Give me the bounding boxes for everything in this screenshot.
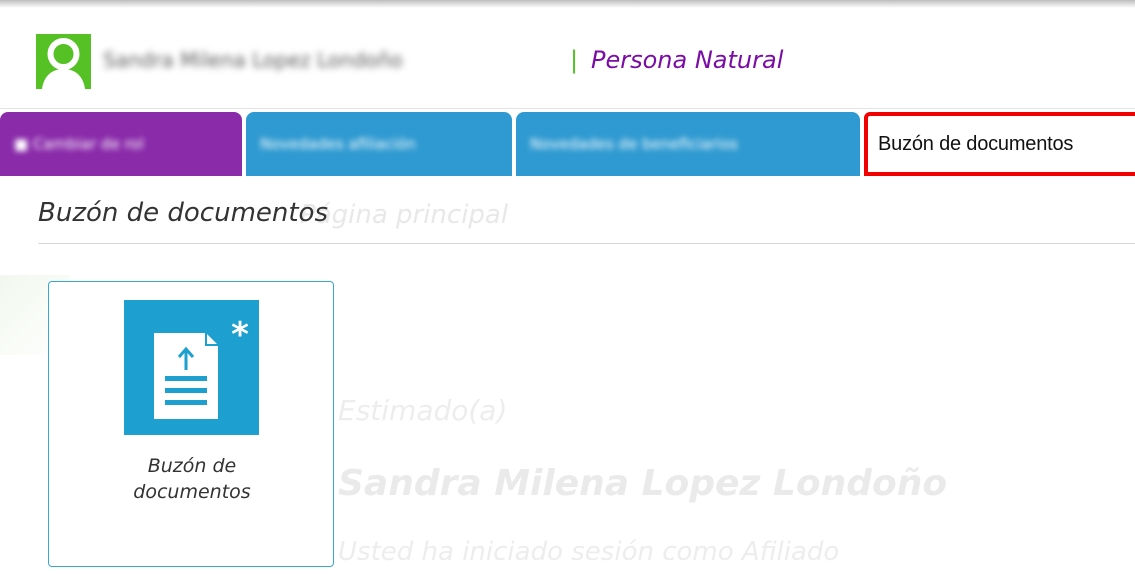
- ghost-breadcrumb: Página principal: [300, 200, 509, 230]
- tab-change-role[interactable]: ■ Cambiar de rol: [0, 112, 242, 176]
- asterisk-badge: *: [231, 315, 249, 355]
- user-name: Sandra Milena Lopez Londoño: [103, 48, 403, 72]
- tab-document-mailbox[interactable]: Buzón de documentos: [864, 112, 1135, 176]
- card-label-line2: documentos: [133, 481, 251, 503]
- document-upload-icon: *: [124, 300, 259, 435]
- card-label: Buzón de documentos: [49, 453, 335, 505]
- top-shadow: [0, 0, 1135, 8]
- welcome-greeting: Estimado(a): [338, 394, 508, 427]
- user-header: Sandra Milena Lopez Londoño | Persona Na…: [0, 8, 1135, 109]
- tab-change-role-label: ■ Cambiar de rol: [14, 135, 144, 153]
- tab-beneficiary-updates-label: Novedades de beneficiarios: [530, 135, 738, 153]
- page-title: Buzón de documentos: [38, 198, 329, 228]
- tab-bar: ■ Cambiar de rol Novedades afiliación No…: [0, 112, 1135, 176]
- tab-affiliation-updates-label: Novedades afiliación: [260, 135, 416, 153]
- welcome-name: Sandra Milena Lopez Londoño: [338, 463, 948, 504]
- card-label-line1: Buzón de: [147, 455, 237, 477]
- user-role: Persona Natural: [591, 46, 784, 74]
- user-avatar-icon: [36, 34, 91, 89]
- document-mailbox-card[interactable]: * Buzón de documentos: [48, 281, 334, 567]
- header-separator: |: [570, 46, 579, 74]
- tab-document-mailbox-label: Buzón de documentos: [878, 133, 1074, 155]
- user-icon: ■: [14, 135, 33, 153]
- title-divider: [38, 243, 1135, 244]
- tab-affiliation-updates[interactable]: Novedades afiliación: [246, 112, 512, 176]
- tab-beneficiary-updates[interactable]: Novedades de beneficiarios: [516, 112, 860, 176]
- tab-separator: [860, 112, 862, 176]
- welcome-session: Usted ha iniciado sesión como Afiliado: [338, 537, 840, 567]
